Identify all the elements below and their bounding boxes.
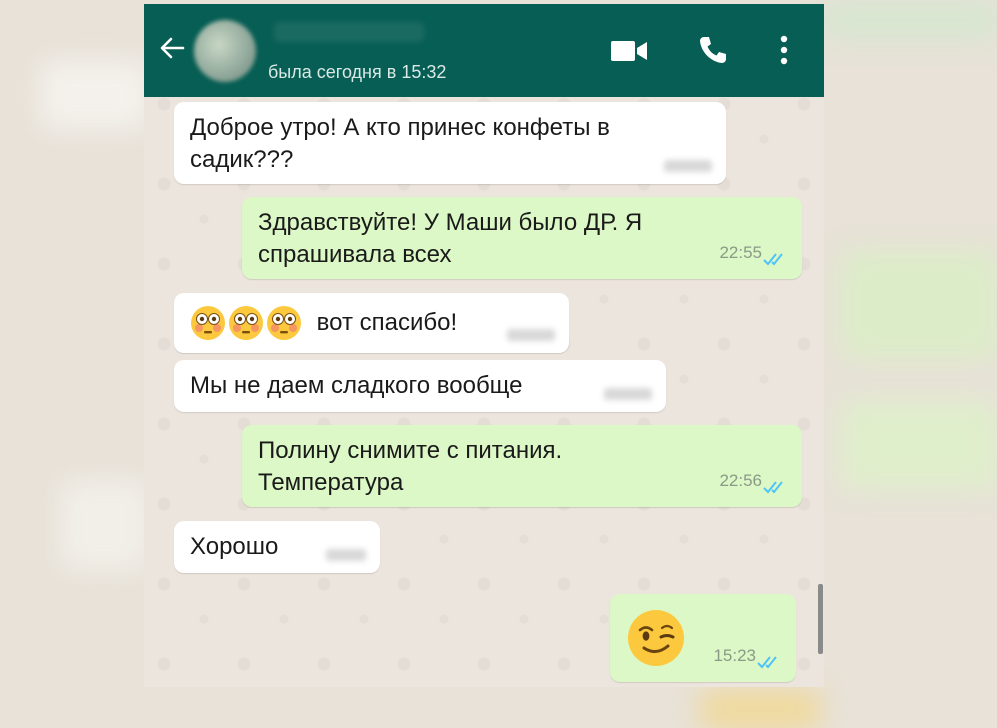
message-text: Хорошо — [190, 533, 279, 560]
backdrop-blob — [840, 400, 997, 490]
chat-header: была сегодня в 15:32 — [144, 4, 824, 97]
timestamp-blurred — [507, 329, 555, 341]
backdrop-blob — [40, 60, 150, 130]
back-arrow-icon[interactable] — [158, 34, 186, 62]
backdrop-blob — [60, 480, 150, 570]
message-text: Доброе утро! А кто принес конфеты в сади… — [190, 114, 610, 173]
winking-face-emoji-icon — [628, 610, 684, 666]
incoming-message[interactable]: Хорошо — [174, 521, 380, 573]
message-text: вот спасибо! — [316, 309, 458, 336]
read-receipt-icon — [763, 481, 783, 494]
backdrop-blob — [840, 250, 997, 360]
timestamp-blurred — [326, 549, 366, 561]
incoming-message[interactable]: Доброе утро! А кто принес конфеты в сади… — [174, 102, 726, 184]
message-text: Мы не даем сладкого вообще — [190, 372, 523, 399]
incoming-message[interactable]: вот спасибо! — [174, 293, 569, 353]
contact-name-blurred[interactable] — [274, 22, 424, 42]
backdrop-blob — [700, 690, 820, 728]
emoji-group — [190, 305, 302, 341]
incoming-message[interactable]: Мы не даем сладкого вообще — [174, 360, 666, 412]
chat-screen: была сегодня в 15:32 Доброе утро! А кто … — [144, 4, 824, 687]
message-text: Полину снимите с питания. Температура — [258, 437, 563, 496]
timestamp-blurred — [604, 388, 652, 400]
video-call-icon[interactable] — [610, 38, 648, 64]
backdrop-blob — [820, 0, 997, 40]
scrollbar[interactable] — [818, 584, 823, 654]
message-time: 22:56 — [719, 471, 762, 490]
contact-avatar[interactable] — [194, 20, 256, 82]
outgoing-message[interactable]: Здравствуйте! У Маши было ДР. Я спрашива… — [242, 197, 802, 279]
read-receipt-icon — [757, 656, 777, 669]
flushed-face-emoji-icon — [267, 306, 301, 340]
message-time: 15:23 — [713, 646, 756, 665]
read-receipt-icon — [763, 253, 783, 266]
last-seen-status: была сегодня в 15:32 — [268, 62, 447, 82]
flushed-face-emoji-icon — [229, 306, 263, 340]
message-text: Здравствуйте! У Маши было ДР. Я спрашива… — [258, 209, 643, 268]
outgoing-message[interactable]: 15:23 — [610, 594, 796, 682]
message-time: 22:55 — [719, 243, 762, 262]
voice-call-icon[interactable] — [697, 34, 729, 66]
timestamp-blurred — [664, 160, 712, 172]
outgoing-message[interactable]: Полину снимите с питания. Температура 22… — [242, 425, 802, 507]
more-vert-icon[interactable] — [778, 34, 790, 66]
flushed-face-emoji-icon — [191, 306, 225, 340]
